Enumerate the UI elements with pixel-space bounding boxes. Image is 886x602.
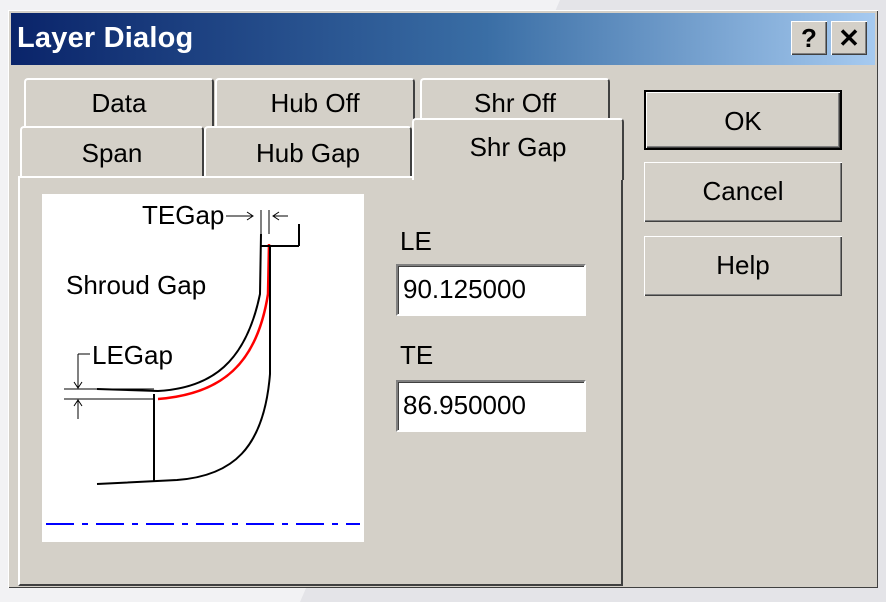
help-button[interactable]: Help <box>644 236 842 296</box>
shroud-gap-drawing <box>46 210 360 525</box>
te-input[interactable]: 86.950000 <box>396 380 586 432</box>
cancel-button[interactable]: Cancel <box>644 162 842 222</box>
shroud-gap-diagram: TEGap Shroud Gap LEGap <box>42 194 364 542</box>
close-button[interactable]: ✕ <box>831 21 867 55</box>
te-label: TE <box>400 340 434 370</box>
layer-dialog-window: Layer Dialog ? ✕ Data Hub Off Shr Off Sp… <box>8 10 878 588</box>
le-label: LE <box>400 226 432 256</box>
help-question-button[interactable]: ? <box>791 21 827 55</box>
tab-span[interactable]: Span <box>20 126 204 178</box>
shroud-gap-label: Shroud Gap <box>66 270 207 300</box>
le-input[interactable]: 90.125000 <box>396 264 586 316</box>
tab-shr-gap[interactable]: Shr Gap <box>412 118 624 180</box>
title-bar[interactable]: Layer Dialog ? ✕ <box>11 13 875 65</box>
tab-hub-off[interactable]: Hub Off <box>215 78 415 130</box>
tab-hub-gap[interactable]: Hub Gap <box>204 126 412 178</box>
legap-label: LEGap <box>92 340 173 370</box>
tegap-label: TEGap <box>142 200 225 230</box>
window-title: Layer Dialog <box>17 22 194 54</box>
tab-data[interactable]: Data <box>24 78 214 130</box>
ok-button[interactable]: OK <box>644 90 842 150</box>
